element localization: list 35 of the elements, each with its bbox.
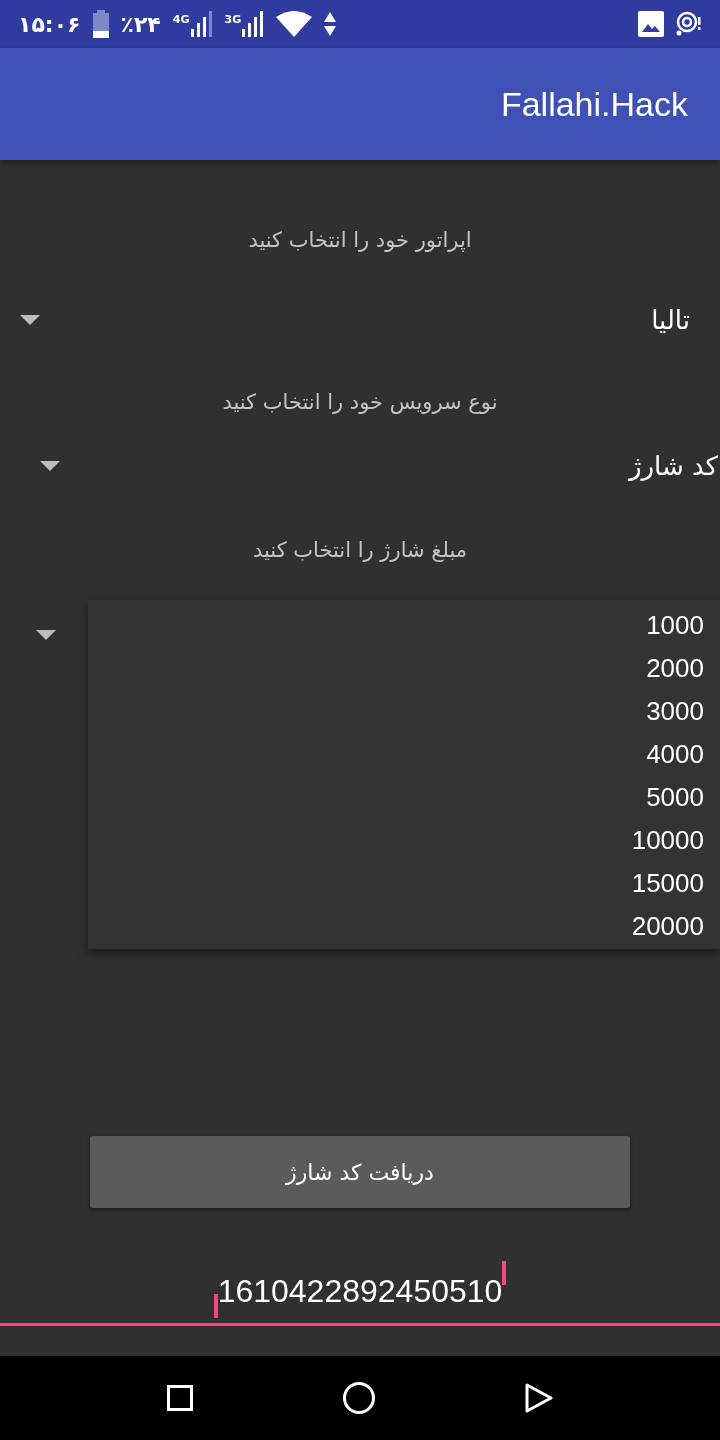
back-icon[interactable]: [525, 1383, 553, 1413]
amount-option[interactable]: 1000: [88, 604, 720, 647]
dropdown-arrow-icon[interactable]: [20, 315, 40, 325]
amount-label: مبلغ شارژ را انتخاب کنید: [251, 537, 469, 564]
amount-option[interactable]: 5000: [88, 776, 720, 819]
dropdown-arrow-icon[interactable]: [36, 630, 56, 640]
operator-dropdown[interactable]: تالیا: [651, 305, 690, 335]
clock-time: ۱۵:۰۶: [18, 11, 81, 37]
recent-apps-icon[interactable]: [167, 1385, 193, 1411]
network-type: 3G: [224, 13, 242, 26]
get-code-button[interactable]: دریافت کد شارژ: [90, 1136, 630, 1208]
signal-icon: [190, 11, 213, 37]
app-title: Fallahi.Hack: [500, 84, 688, 124]
dropdown-arrow-icon[interactable]: [40, 461, 60, 471]
selection-handle[interactable]: [502, 1261, 507, 1285]
amount-option[interactable]: 3000: [88, 690, 720, 733]
home-icon[interactable]: [343, 1382, 375, 1414]
amount-option[interactable]: 20000: [88, 905, 720, 948]
selection-handle[interactable]: [213, 1294, 218, 1318]
service-dropdown[interactable]: کد شارژ: [628, 451, 718, 481]
battery-icon: [92, 10, 109, 38]
amount-option[interactable]: 15000: [88, 862, 720, 905]
battery-percentage: ٪۲۴: [120, 11, 161, 37]
code-field[interactable]: 1610422892450510: [0, 1260, 720, 1326]
service-label: نوع سرویس خود را انتخاب کنید: [221, 389, 499, 416]
image-icon: [638, 11, 664, 37]
wifi-icon: [276, 11, 313, 37]
data-arrows-icon: [324, 12, 337, 36]
amount-option[interactable]: 4000: [88, 733, 720, 776]
operator-label: اپراتور خود را انتخاب کنید: [247, 227, 473, 254]
amount-option[interactable]: 10000: [88, 819, 720, 862]
hotspot-icon: [676, 11, 702, 37]
amount-option[interactable]: 2000: [88, 647, 720, 690]
network-type: 4G: [172, 13, 190, 26]
signal-icon: [242, 11, 265, 37]
